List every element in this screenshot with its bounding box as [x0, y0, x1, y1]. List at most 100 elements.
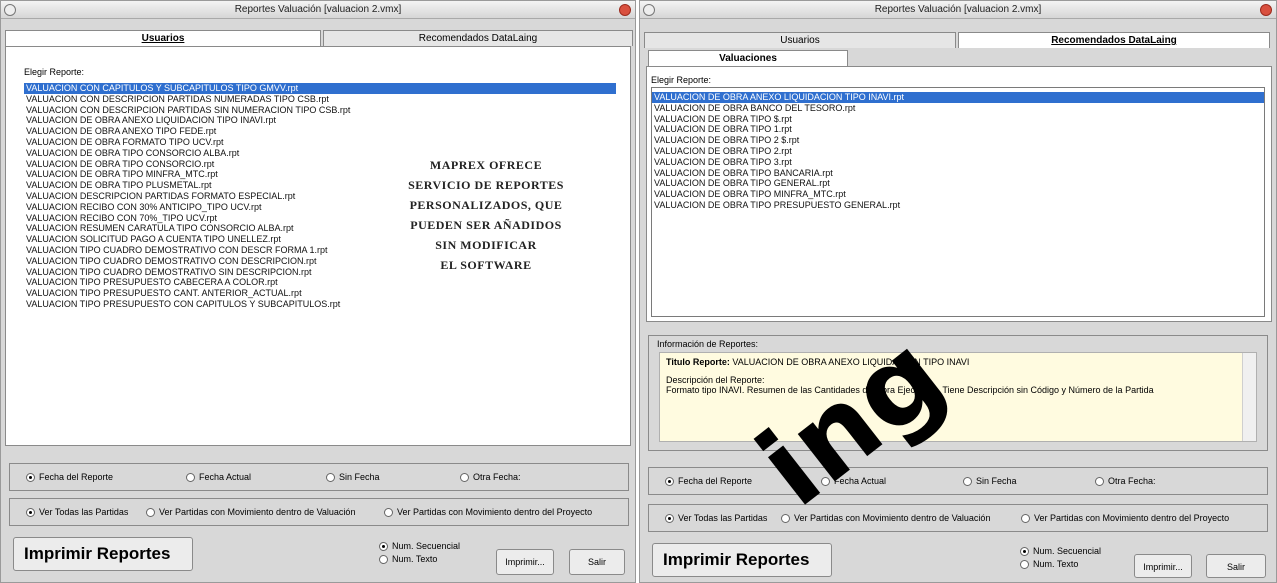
title-bar: Reportes Valuación [valuacion 2.vmx]	[640, 1, 1276, 19]
radio-mov-valuacion[interactable]: Ver Partidas con Movimiento dentro de Va…	[781, 513, 990, 523]
promo-line: EL SOFTWARE	[440, 258, 532, 272]
radio-num-secuencial[interactable]: Num. Secuencial	[1020, 546, 1101, 556]
tab-usuarios[interactable]: Usuarios	[5, 30, 321, 46]
partida-options: Ver Todas las Partidas Ver Partidas con …	[648, 504, 1268, 532]
report-list-item[interactable]: VALUACION DE OBRA ANEXO LIQUIDACION TIPO…	[652, 92, 1264, 103]
radio-mov-valuacion[interactable]: Ver Partidas con Movimiento dentro de Va…	[146, 507, 355, 517]
radio-label: Num. Texto	[1033, 559, 1079, 569]
report-list-item[interactable]: VALUACION TIPO PRESUPUESTO CABECERA A CO…	[24, 277, 616, 288]
tab-usuarios[interactable]: Usuarios	[644, 32, 956, 48]
radio-mov-proyecto[interactable]: Ver Partidas con Movimiento dentro del P…	[384, 507, 592, 517]
radio-fecha-actual[interactable]: Fecha Actual	[821, 476, 886, 486]
report-list-item[interactable]: VALUACION DE OBRA TIPO 2 $.rpt	[652, 135, 1264, 146]
report-list-item[interactable]: VALUACION DE OBRA TIPO 2.rpt	[652, 146, 1264, 157]
radio-off-icon	[1095, 476, 1104, 486]
report-list-item[interactable]: VALUACION DE OBRA TIPO GENERAL.rpt	[652, 178, 1264, 189]
radio-off-icon	[186, 472, 195, 482]
salir-button[interactable]: Salir	[569, 549, 625, 575]
radio-off-icon	[460, 472, 469, 482]
report-list[interactable]: VALUACION DE OBRA ANEXO LIQUIDACION TIPO…	[651, 87, 1265, 317]
imprimir-button[interactable]: Imprimir...	[496, 549, 554, 575]
imprimir-reportes-button[interactable]: Imprimir Reportes	[652, 543, 832, 577]
radio-label: Ver Todas las Partidas	[678, 513, 768, 523]
radio-on-icon	[379, 541, 388, 551]
radio-label: Otra Fecha:	[1108, 476, 1156, 486]
report-list-item[interactable]: VALUACION CON DESCRIPCION PARTIDAS SIN N…	[24, 105, 616, 116]
numbering-options: Num. Secuencial Num. Texto	[1020, 546, 1130, 578]
report-list-item[interactable]: VALUACION DE OBRA TIPO BANCARIA.rpt	[652, 168, 1264, 179]
radio-label: Sin Fecha	[339, 472, 380, 482]
radio-label: Fecha del Reporte	[678, 476, 753, 486]
promo-line: PERSONALIZADOS, QUE	[409, 198, 563, 212]
radio-otra-fecha[interactable]: Otra Fecha:	[1095, 476, 1156, 486]
radio-todas[interactable]: Ver Todas las Partidas	[26, 507, 128, 517]
radio-label: Fecha del Reporte	[39, 472, 114, 482]
radio-fecha-actual[interactable]: Fecha Actual	[186, 472, 251, 482]
close-icon[interactable]	[1260, 4, 1272, 16]
promo-line: PUEDEN SER AÑADIDOS	[410, 218, 562, 232]
titulo-value: VALUACION DE OBRA ANEXO LIQUIDACION TIPO…	[732, 357, 970, 367]
partida-options: Ver Todas las Partidas Ver Partidas con …	[9, 498, 629, 526]
report-list-item[interactable]: VALUACION CON DESCRIPCION PARTIDAS NUMER…	[24, 94, 616, 105]
radio-num-texto[interactable]: Num. Texto	[1020, 559, 1078, 569]
report-list-item[interactable]: VALUACION DE OBRA FORMATO TIPO UCV.rpt	[24, 137, 616, 148]
info-scrollbar[interactable]	[1242, 353, 1256, 441]
radio-off-icon	[1020, 559, 1029, 569]
tab-valuaciones[interactable]: Valuaciones	[648, 50, 848, 66]
radio-off-icon	[821, 476, 830, 486]
report-list-item[interactable]: VALUACION CON CAPITULOS Y SUBCAPITULOS T…	[24, 83, 616, 94]
report-list-item[interactable]: VALUACION DE OBRA TIPO 1.rpt	[652, 124, 1264, 135]
date-options: Fecha del Reporte Fecha Actual Sin Fecha…	[648, 467, 1268, 495]
date-options: Fecha del Reporte Fecha Actual Sin Fecha…	[9, 463, 629, 491]
radio-sin-fecha[interactable]: Sin Fecha	[326, 472, 380, 482]
radio-label: Ver Partidas con Movimiento dentro del P…	[397, 507, 593, 517]
promo-line: SIN MODIFICAR	[435, 238, 537, 252]
sub-tab-bar: Valuaciones	[648, 50, 1268, 66]
report-info-box: Titulo Reporte: VALUACION DE OBRA ANEXO …	[659, 352, 1257, 442]
report-list-item[interactable]: VALUACION TIPO PRESUPUESTO CANT. ANTERIO…	[24, 288, 616, 299]
promo-line: MAPREX OFRECE	[429, 158, 543, 172]
tab-bar: Usuarios Recomendados DataLaing	[5, 30, 633, 46]
descripcion-label: Descripción del Reporte:	[666, 375, 765, 385]
radio-off-icon	[781, 513, 790, 523]
radio-label: Ver Partidas con Movimiento dentro de Va…	[794, 513, 991, 523]
radio-label: Fecha Actual	[199, 472, 252, 482]
report-list-item[interactable]: VALUACION DE OBRA TIPO 3.rpt	[652, 157, 1264, 168]
window-title: Reportes Valuación [valuacion 2.vmx]	[874, 4, 1042, 15]
radio-label: Ver Partidas con Movimiento dentro de Va…	[159, 507, 356, 517]
report-list-item[interactable]: VALUACION DE OBRA BANCO DEL TESORO.rpt	[652, 103, 1264, 114]
right-report-window: Reportes Valuación [valuacion 2.vmx] Usu…	[639, 0, 1277, 583]
tab-recomendados[interactable]: Recomendados DataLaing	[323, 30, 633, 46]
radio-fecha-reporte[interactable]: Fecha del Reporte	[665, 476, 752, 486]
report-list-item[interactable]: VALUACION DE OBRA ANEXO TIPO FEDE.rpt	[24, 126, 616, 137]
radio-off-icon	[146, 507, 155, 517]
radio-num-secuencial[interactable]: Num. Secuencial	[379, 541, 460, 551]
window-title: Reportes Valuación [valuacion 2.vmx]	[234, 4, 402, 15]
report-list-item[interactable]: VALUACION DE OBRA ANEXO LIQUIDACION TIPO…	[24, 115, 616, 126]
radio-off-icon	[963, 476, 972, 486]
radio-on-icon	[665, 476, 674, 486]
radio-num-texto[interactable]: Num. Texto	[379, 554, 437, 564]
radio-todas[interactable]: Ver Todas las Partidas	[665, 513, 767, 523]
imprimir-reportes-button[interactable]: Imprimir Reportes	[13, 537, 193, 571]
tab-bar: Usuarios Recomendados DataLaing	[644, 32, 1272, 48]
imprimir-button[interactable]: Imprimir...	[1134, 554, 1192, 578]
radio-fecha-reporte[interactable]: Fecha del Reporte	[26, 472, 113, 482]
report-list-item[interactable]: VALUACION DE OBRA TIPO PRESUPUESTO GENER…	[652, 200, 1264, 211]
radio-off-icon	[326, 472, 335, 482]
report-list-item[interactable]: VALUACION DE OBRA TIPO $.rpt	[652, 114, 1264, 125]
salir-button[interactable]: Salir	[1206, 554, 1266, 578]
radio-on-icon	[26, 507, 35, 517]
tab-recomendados[interactable]: Recomendados DataLaing	[958, 32, 1270, 48]
radio-sin-fecha[interactable]: Sin Fecha	[963, 476, 1017, 486]
radio-label: Num. Texto	[392, 554, 438, 564]
report-panel: Elegir Reporte: VALUACION DE OBRA ANEXO …	[646, 66, 1272, 322]
radio-label: Ver Partidas con Movimiento dentro del P…	[1034, 513, 1230, 523]
radio-mov-proyecto[interactable]: Ver Partidas con Movimiento dentro del P…	[1021, 513, 1229, 523]
radio-off-icon	[384, 507, 393, 517]
close-icon[interactable]	[619, 4, 631, 16]
radio-label: Sin Fecha	[976, 476, 1017, 486]
report-list-item[interactable]: VALUACION TIPO PRESUPUESTO CON CAPITULOS…	[24, 299, 616, 310]
radio-otra-fecha[interactable]: Otra Fecha:	[460, 472, 521, 482]
report-list-item[interactable]: VALUACION DE OBRA TIPO MINFRA_MTC.rpt	[652, 189, 1264, 200]
